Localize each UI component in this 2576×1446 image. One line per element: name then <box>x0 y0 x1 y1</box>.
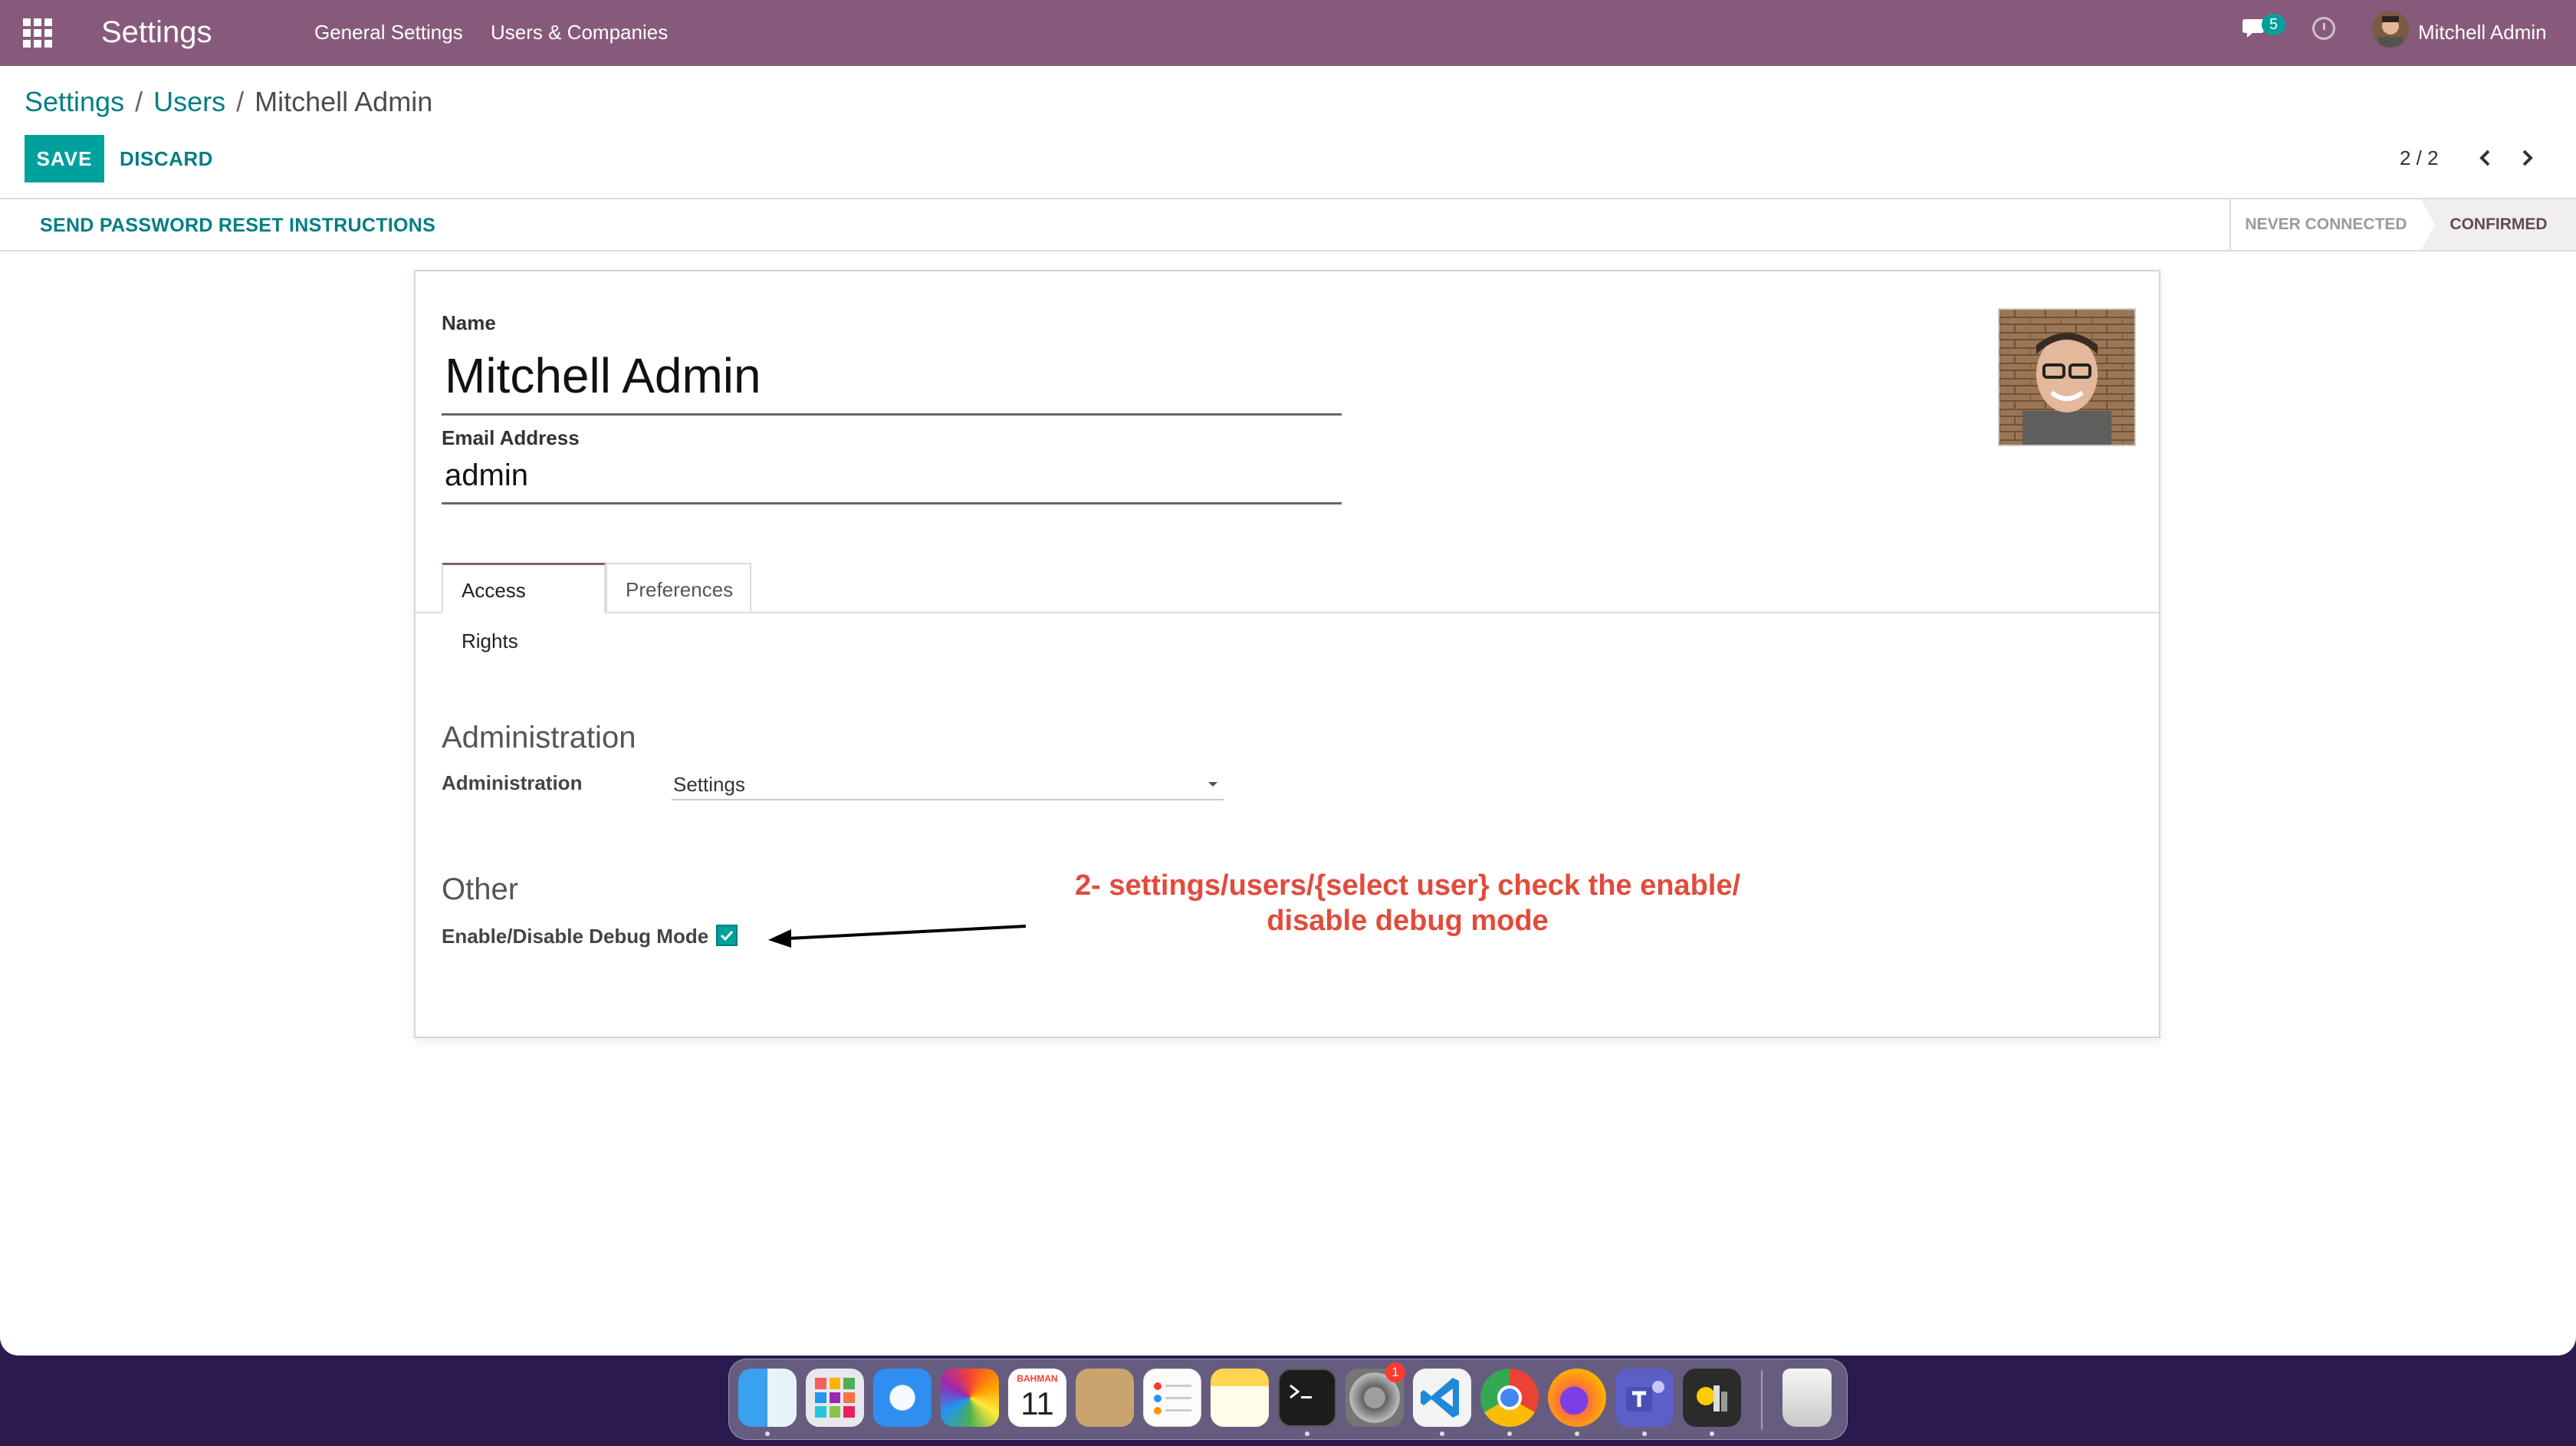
administration-group-title: Administration <box>442 721 636 754</box>
running-indicator <box>1440 1431 1444 1436</box>
photos-icon[interactable] <box>941 1369 999 1427</box>
checkmark-icon <box>720 930 734 942</box>
running-indicator <box>1710 1431 1714 1436</box>
send-password-reset-button[interactable]: SEND PASSWORD RESET INSTRUCTIONS <box>40 212 435 239</box>
breadcrumb-current: Mitchell Admin <box>255 86 433 117</box>
breadcrumb-users[interactable]: Users <box>153 86 225 117</box>
running-indicator <box>1305 1431 1309 1436</box>
macos-dock: BAHMAN 11 1 <box>728 1359 1848 1440</box>
activity-clock-icon[interactable] <box>2312 17 2335 40</box>
firefox-icon[interactable] <box>1548 1369 1606 1427</box>
breadcrumb-settings[interactable]: Settings <box>25 86 124 117</box>
running-indicator <box>1507 1431 1512 1436</box>
calendar-icon[interactable]: BAHMAN 11 <box>1008 1369 1066 1427</box>
stage-confirmed: CONFIRMED <box>2421 199 2576 250</box>
notebook-tabs: Access Rights Preferences <box>416 563 2159 652</box>
debug-mode-label: Enable/Disable Debug Mode <box>442 925 709 948</box>
app-brand[interactable]: Settings <box>101 11 212 54</box>
menu-general-settings[interactable]: General Settings <box>314 18 463 46</box>
calendar-day: 11 <box>1020 1385 1054 1421</box>
browser-page: Settings General Settings Users & Compan… <box>0 0 2576 1356</box>
trash-icon[interactable] <box>1783 1369 1832 1427</box>
annotation-arrow-icon <box>768 925 1027 948</box>
tab-preferences[interactable]: Preferences <box>606 563 751 613</box>
annotation-text: 2- settings/users/{select user} check th… <box>1040 868 1776 938</box>
caret-down-icon <box>1208 782 1217 787</box>
chevron-right-icon[interactable] <box>2513 144 2541 172</box>
pager-value[interactable]: 2 / 2 <box>2400 143 2439 173</box>
running-indicator <box>1575 1431 1579 1436</box>
tab-access-rights[interactable]: Access Rights <box>442 563 606 652</box>
chevron-left-icon[interactable] <box>2472 144 2499 172</box>
stage-arrow-divider <box>2421 199 2435 250</box>
debug-mode-checkbox[interactable] <box>716 925 738 946</box>
scripter-icon[interactable] <box>1683 1369 1741 1427</box>
contacts-icon[interactable] <box>1076 1369 1134 1427</box>
running-indicator <box>765 1431 770 1436</box>
administration-field-label: Administration <box>442 771 583 794</box>
breadcrumb-separator: / <box>135 86 143 117</box>
name-label: Name <box>442 311 496 334</box>
avatar[interactable] <box>2372 11 2409 48</box>
name-field[interactable] <box>442 337 1342 416</box>
apps-menu-icon[interactable] <box>23 18 52 48</box>
other-group-title: Other <box>442 873 519 906</box>
vscode-icon[interactable] <box>1413 1369 1471 1427</box>
dock-separator <box>1761 1370 1763 1430</box>
stage-never-connected: NEVER CONNECTED <box>2229 199 2421 250</box>
user-photo[interactable] <box>1998 308 2136 446</box>
teams-icon[interactable] <box>1615 1369 1674 1427</box>
running-indicator <box>1642 1431 1647 1436</box>
messages-badge: 5 <box>2262 14 2286 35</box>
breadcrumb-separator: / <box>236 86 245 117</box>
terminal-icon[interactable] <box>1278 1369 1336 1427</box>
user-menu[interactable]: Mitchell Admin <box>2418 18 2547 46</box>
breadcrumb: Settings / Users / Mitchell Admin <box>25 83 432 121</box>
menu-users-companies[interactable]: Users & Companies <box>491 18 668 46</box>
launchpad-icon[interactable] <box>806 1369 864 1427</box>
administration-select-value: Settings <box>673 773 745 796</box>
discard-button[interactable]: DISCARD <box>120 135 213 182</box>
administration-select[interactable]: Settings <box>672 770 1224 800</box>
annotation-line-2: disable debug mode <box>1267 905 1549 937</box>
finder-icon[interactable] <box>738 1369 797 1427</box>
email-label: Email Address <box>442 426 580 449</box>
save-button[interactable]: SAVE <box>25 135 104 182</box>
annotation-line-1: 2- settings/users/{select user} check th… <box>1074 869 1741 902</box>
top-navbar: Settings General Settings Users & Compan… <box>0 0 2576 66</box>
statusbar: SEND PASSWORD RESET INSTRUCTIONS NEVER C… <box>0 198 2576 251</box>
notes-icon[interactable] <box>1211 1369 1269 1427</box>
email-field[interactable] <box>442 449 1342 504</box>
notification-badge: 1 <box>1385 1362 1405 1382</box>
reminders-icon[interactable] <box>1143 1369 1201 1427</box>
calendar-month: BAHMAN <box>1017 1373 1058 1384</box>
safari-icon[interactable] <box>873 1369 932 1427</box>
chrome-icon[interactable] <box>1480 1369 1539 1427</box>
